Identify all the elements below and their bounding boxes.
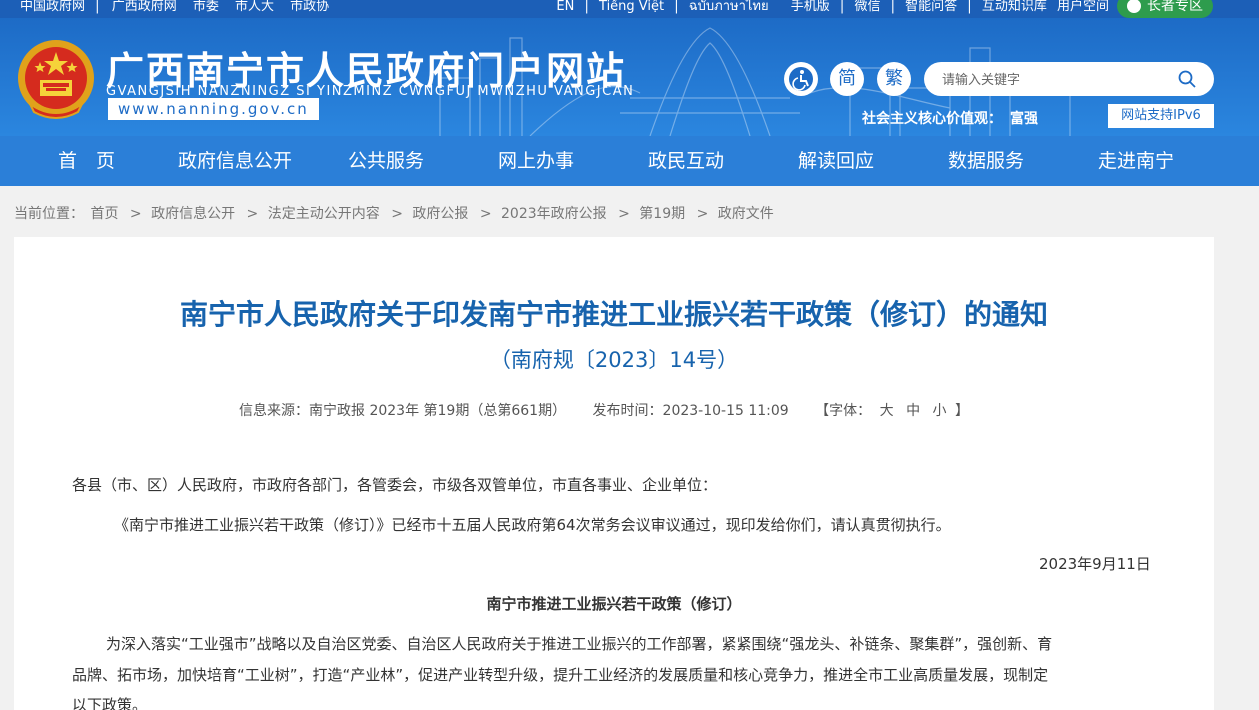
breadcrumb-item[interactable]: 政府文件 xyxy=(718,206,774,222)
accessibility-icon xyxy=(789,67,813,91)
article-title: 南宁市人民政府关于印发南宁市推进工业振兴若干政策（修订）的通知 xyxy=(179,298,1048,331)
font-size-medium[interactable]: 中 xyxy=(906,403,920,419)
breadcrumb-separator: > xyxy=(129,206,142,222)
link-smart-qa[interactable]: 智能问答 xyxy=(905,0,957,14)
nav-online-service[interactable]: 网上办事 xyxy=(498,136,574,186)
traditional-chinese-button[interactable]: 繁 xyxy=(877,62,911,96)
link-knowledge-base[interactable]: 互动知识库 xyxy=(982,0,1047,14)
nav-public-service[interactable]: 公共服务 xyxy=(348,136,424,186)
link-thai[interactable]: ฉบับภาษาไทย xyxy=(689,0,769,14)
link-wechat[interactable]: 微信 xyxy=(854,0,880,14)
breadcrumb-separator: > xyxy=(479,206,492,222)
recipients-paragraph: 各县（市、区）人民政府，市政府各部门，各管委会，市级各双管单位，市直各事业、企业… xyxy=(72,476,718,494)
elder-zone-label: 长者专区 xyxy=(1147,0,1203,14)
link-city-congress[interactable]: 市人大 xyxy=(235,0,274,14)
article-meta: 信息来源：南宁政报 2023年 第19期（总第661期） 发布时间：2023-1… xyxy=(239,400,969,420)
link-guangxi-gov[interactable]: 广西政府网 xyxy=(112,0,177,14)
breadcrumb-item[interactable]: 2023年政府公报 xyxy=(501,206,607,222)
info-source: 信息来源：南宁政报 2023年 第19期（总第661期） xyxy=(239,403,567,419)
breadcrumb-item[interactable]: 首页 xyxy=(90,206,118,222)
issue-date: 2023年9月11日 xyxy=(1039,555,1151,573)
link-city-committee[interactable]: 市委 xyxy=(193,0,219,14)
top-separator: | xyxy=(674,0,679,14)
top-right-links: EN | Tiếng Việt | ฉบับภาษาไทย 手机版 | 微信 |… xyxy=(550,0,1109,14)
font-size-large[interactable]: 大 xyxy=(880,403,894,419)
link-english[interactable]: EN xyxy=(556,0,574,14)
nav-about-nanning[interactable]: 走进南宁 xyxy=(1098,136,1174,186)
site-header: 广西南宁市人民政府门户网站 GVANGJSIH NANZNINGZ SI YIN… xyxy=(0,18,1259,136)
link-city-cppcc[interactable]: 市政协 xyxy=(290,0,329,14)
breadcrumb-separator: > xyxy=(391,206,403,222)
font-size-small[interactable]: 小 xyxy=(933,403,947,419)
article-panel: 南宁市人民政府关于印发南宁市推进工业振兴若干政策（修订）的通知 （南府规〔202… xyxy=(14,237,1214,710)
main-nav: 首 页 政府信息公开 公共服务 网上办事 政民互动 解读回应 数据服务 走进南宁 xyxy=(0,136,1259,186)
elder-zone-button[interactable]: 长者专区 xyxy=(1117,0,1213,18)
top-left-links: 中国政府网 | 广西政府网 市委 市人大 市政协 xyxy=(20,0,341,14)
body-line: 为深入落实“工业强市”战略以及自治区党委、自治区人民政府关于推进工业振兴的工作部… xyxy=(106,635,1053,653)
notice-paragraph: 《南宁市推进工业振兴若干政策（修订）》已经市十五届人民政府第64次常务会议审议通… xyxy=(114,516,951,534)
top-separator: | xyxy=(967,0,972,14)
core-values: 社会主义核心价值观： 富强 xyxy=(862,108,1038,128)
nav-data-service[interactable]: 数据服务 xyxy=(948,136,1024,186)
elder-icon xyxy=(1127,0,1141,13)
publish-time: 发布时间：2023-10-15 11:09 xyxy=(592,403,789,419)
accessibility-button[interactable] xyxy=(784,62,818,96)
link-vietnamese[interactable]: Tiếng Việt xyxy=(599,0,664,14)
breadcrumb-separator: > xyxy=(618,206,630,222)
nav-gov-info[interactable]: 政府信息公开 xyxy=(178,136,292,186)
national-emblem-icon xyxy=(18,40,94,119)
breadcrumb: 当前位置： 首页 > 政府信息公开 > 法定主动公开内容 > 政府公报 > 20… xyxy=(14,203,776,223)
simplified-chinese-button[interactable]: 简 xyxy=(830,62,864,96)
font-size-end: 】 xyxy=(954,403,969,419)
font-size-label: 【字体： xyxy=(815,403,872,419)
ipv6-badge: 网站支持IPv6 xyxy=(1108,104,1214,128)
breadcrumb-item[interactable]: 第19期 xyxy=(639,206,685,222)
nav-home[interactable]: 首 页 xyxy=(58,136,115,186)
site-subtitle: GVANGJSIH NANZNINGZ SI YINZMINZ CWNGFUJ … xyxy=(106,84,635,99)
breadcrumb-separator: > xyxy=(246,206,259,222)
nav-interaction[interactable]: 政民互动 xyxy=(648,136,724,186)
top-separator: | xyxy=(95,0,100,14)
top-separator: | xyxy=(584,0,589,14)
search-input[interactable] xyxy=(942,70,1172,88)
policy-title: 南宁市推进工业振兴若干政策（修订） xyxy=(486,595,742,613)
link-china-gov[interactable]: 中国政府网 xyxy=(20,0,85,14)
top-separator: | xyxy=(839,0,845,14)
nav-interpretation[interactable]: 解读回应 xyxy=(798,136,874,186)
breadcrumb-item[interactable]: 法定主动公开内容 xyxy=(268,206,380,222)
link-mobile[interactable]: 手机版 xyxy=(791,0,830,14)
core-values-word: 富强 xyxy=(1010,111,1038,127)
search-icon[interactable] xyxy=(1178,70,1196,88)
core-values-label: 社会主义核心价值观： xyxy=(862,111,1002,127)
document-number: （南府规〔2023〕14号） xyxy=(489,348,739,372)
link-user-space[interactable]: 用户空间 xyxy=(1057,0,1109,14)
body-line: 品牌、拓市场，加快培育“工业树”，打造“产业林”，促进产业转型升级，提升工业经济… xyxy=(72,666,1049,684)
breadcrumb-item[interactable]: 政府公报 xyxy=(412,206,468,222)
search-box xyxy=(924,62,1214,96)
breadcrumb-label: 当前位置： xyxy=(14,206,84,222)
site-url: www.nanning.gov.cn xyxy=(108,98,319,120)
top-link-bar: 中国政府网 | 广西政府网 市委 市人大 市政协 EN | Tiếng Việt… xyxy=(0,0,1259,18)
top-separator: | xyxy=(890,0,895,14)
breadcrumb-item[interactable]: 政府信息公开 xyxy=(151,206,235,222)
body-line: 以下政策。 xyxy=(72,696,148,710)
breadcrumb-separator: > xyxy=(696,206,709,222)
